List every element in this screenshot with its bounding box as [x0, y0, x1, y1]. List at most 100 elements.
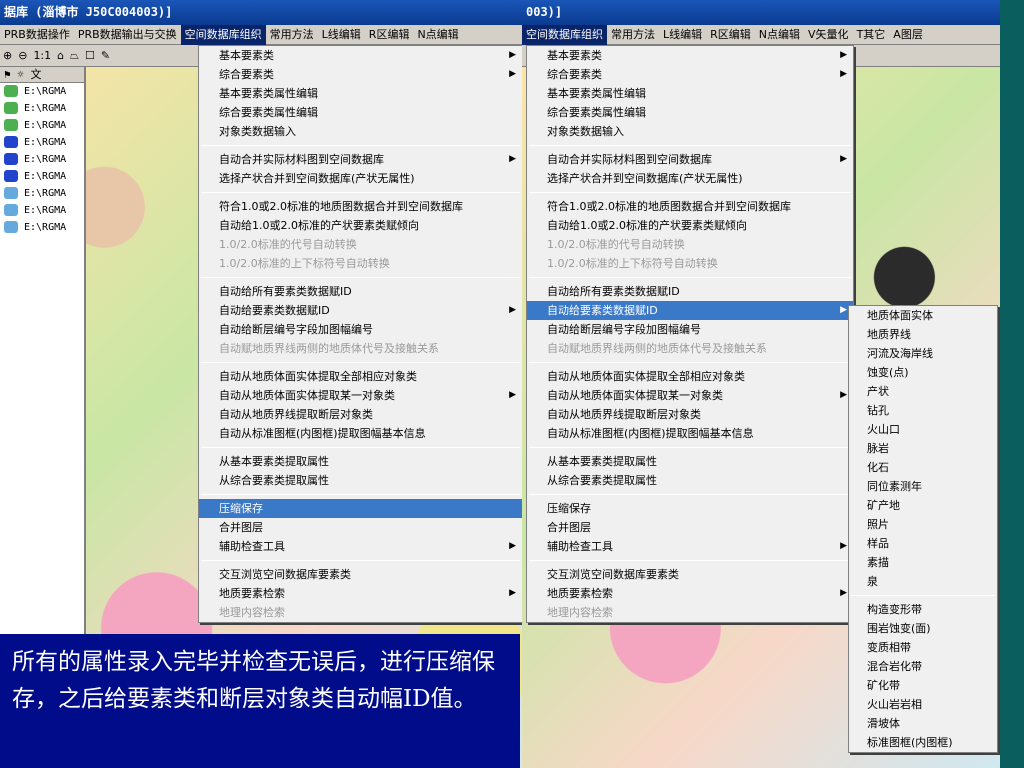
- submenu-item[interactable]: 矿产地: [849, 496, 997, 515]
- submenu-item[interactable]: 标准图框(内图框): [849, 733, 997, 752]
- menu-item[interactable]: 合并图层: [527, 518, 853, 537]
- menu-item[interactable]: 综合要素类属性编辑: [527, 103, 853, 122]
- menu-item[interactable]: 自动从地质体面实体提取全部相应对象类: [527, 367, 853, 386]
- layer-row[interactable]: E:\RGMA: [0, 168, 84, 185]
- submenu-item[interactable]: 素描: [849, 553, 997, 572]
- menubar-item[interactable]: A图层: [889, 25, 927, 45]
- menu-item[interactable]: 自动给断层编号字段加图幅编号: [199, 320, 522, 339]
- layer-row[interactable]: E:\RGMA: [0, 83, 84, 100]
- menu-item[interactable]: 符合1.0或2.0标准的地质图数据合并到空间数据库: [199, 197, 522, 216]
- menu-item[interactable]: 从综合要素类提取属性: [199, 471, 522, 490]
- menu-item[interactable]: 自动给要素类数据赋ID ▶: [527, 301, 853, 320]
- menu-item[interactable]: 自动给要素类数据赋ID ▶: [199, 301, 522, 320]
- menu-item[interactable]: 合并图层: [199, 518, 522, 537]
- menu-item[interactable]: 综合要素类属性编辑: [199, 103, 522, 122]
- menu-item[interactable]: 辅助检查工具 ▶: [527, 537, 853, 556]
- menu-item[interactable]: 自动从标准图框(内图框)提取图幅基本信息: [527, 424, 853, 443]
- menu-item[interactable]: 自动从地质体面实体提取某一对象类 ▶: [527, 386, 853, 405]
- menu-item[interactable]: 基本要素类属性编辑: [199, 84, 522, 103]
- menu-item[interactable]: 压缩保存: [527, 499, 853, 518]
- submenu-item[interactable]: 变质相带: [849, 638, 997, 657]
- submenu-item[interactable]: 照片: [849, 515, 997, 534]
- menubar-item[interactable]: 常用方法: [266, 25, 318, 45]
- submenu-item[interactable]: 地质体面实体: [849, 306, 997, 325]
- submenu-item[interactable]: 泉: [849, 572, 997, 591]
- menu-item[interactable]: 综合要素类 ▶: [199, 65, 522, 84]
- menubar-item[interactable]: 空间数据库组织: [522, 25, 607, 45]
- menubar-item[interactable]: 常用方法: [607, 25, 659, 45]
- menubar-item[interactable]: R区编辑: [706, 25, 755, 45]
- menu-item[interactable]: 辅助检查工具 ▶: [199, 537, 522, 556]
- submenu-item[interactable]: 样品: [849, 534, 997, 553]
- menu-item[interactable]: 对象类数据输入: [527, 122, 853, 141]
- menu-item[interactable]: 对象类数据输入: [199, 122, 522, 141]
- layer-row[interactable]: E:\RGMA: [0, 151, 84, 168]
- submenu-item[interactable]: 钻孔: [849, 401, 997, 420]
- submenu-item[interactable]: 构造变形带: [849, 600, 997, 619]
- submenu-item[interactable]: 脉岩: [849, 439, 997, 458]
- submenu-item[interactable]: 河流及海岸线: [849, 344, 997, 363]
- menu-item[interactable]: 自动给所有要素类数据赋ID: [527, 282, 853, 301]
- menubar-item[interactable]: L线编辑: [659, 25, 706, 45]
- menu-item[interactable]: 地质要素检索 ▶: [527, 584, 853, 603]
- layer-row[interactable]: E:\RGMA: [0, 219, 84, 236]
- layer-row[interactable]: E:\RGMA: [0, 202, 84, 219]
- menu-item[interactable]: 自动从地质体面实体提取某一对象类 ▶: [199, 386, 522, 405]
- menu-item[interactable]: 自动从地质界线提取断层对象类: [527, 405, 853, 424]
- menu-item[interactable]: 自动给1.0或2.0标准的产状要素类赋倾向: [199, 216, 522, 235]
- menu-item[interactable]: 压缩保存: [199, 499, 522, 518]
- toolbar-button[interactable]: 1:1: [30, 45, 54, 67]
- menu-item[interactable]: 从基本要素类提取属性: [199, 452, 522, 471]
- submenu-item[interactable]: 火山口: [849, 420, 997, 439]
- submenu-item[interactable]: 同位素测年: [849, 477, 997, 496]
- layer-row[interactable]: E:\RGMA: [0, 185, 84, 202]
- menubar-item[interactable]: L线编辑: [318, 25, 365, 45]
- submenu-item[interactable]: 地质界线: [849, 325, 997, 344]
- layer-row[interactable]: E:\RGMA: [0, 134, 84, 151]
- menu-item[interactable]: 基本要素类 ▶: [527, 46, 853, 65]
- menu-item[interactable]: 基本要素类属性编辑: [527, 84, 853, 103]
- submenu-item[interactable]: 混合岩化带: [849, 657, 997, 676]
- menu-item[interactable]: 符合1.0或2.0标准的地质图数据合并到空间数据库: [527, 197, 853, 216]
- toolbar-button[interactable]: ⊖: [15, 45, 30, 67]
- submenu-item[interactable]: 围岩蚀变(面): [849, 619, 997, 638]
- submenu-item[interactable]: 化石: [849, 458, 997, 477]
- menubar-item[interactable]: R区编辑: [365, 25, 414, 45]
- submenu-item[interactable]: 产状: [849, 382, 997, 401]
- menu-item[interactable]: 基本要素类 ▶: [199, 46, 522, 65]
- menubar-item[interactable]: PRB数据操作: [0, 25, 74, 45]
- menubar-item[interactable]: PRB数据输出与交换: [74, 25, 181, 45]
- layer-row[interactable]: E:\RGMA: [0, 117, 84, 134]
- menubar-item[interactable]: V矢量化: [804, 25, 853, 45]
- toolbar-button[interactable]: ⏢: [67, 45, 82, 67]
- menubar-item[interactable]: N点编辑: [413, 25, 462, 45]
- toolbar-button[interactable]: ✎: [98, 45, 113, 67]
- submenu-item[interactable]: 蚀变(点): [849, 363, 997, 382]
- menu-item[interactable]: 综合要素类 ▶: [527, 65, 853, 84]
- menu-item[interactable]: 自动给所有要素类数据赋ID: [199, 282, 522, 301]
- toolbar-button[interactable]: ⌂: [54, 45, 67, 67]
- menu-item[interactable]: 选择产状合并到空间数据库(产状无属性): [527, 169, 853, 188]
- menu-item[interactable]: 自动给断层编号字段加图幅编号: [527, 320, 853, 339]
- submenu-item[interactable]: 矿化带: [849, 676, 997, 695]
- layer-row[interactable]: E:\RGMA: [0, 100, 84, 117]
- menu-item[interactable]: 自动从地质界线提取断层对象类: [199, 405, 522, 424]
- menu-item[interactable]: 交互浏览空间数据库要素类: [527, 565, 853, 584]
- menu-item[interactable]: 从基本要素类提取属性: [527, 452, 853, 471]
- submenu-item[interactable]: 火山岩岩相: [849, 695, 997, 714]
- toolbar-button[interactable]: ☐: [82, 45, 98, 67]
- menu-item[interactable]: 地质要素检索 ▶: [199, 584, 522, 603]
- submenu-item[interactable]: 滑坡体: [849, 714, 997, 733]
- menu-item[interactable]: 从综合要素类提取属性: [527, 471, 853, 490]
- menu-item[interactable]: 选择产状合并到空间数据库(产状无属性): [199, 169, 522, 188]
- menu-item[interactable]: 自动合并实际材料图到空间数据库 ▶: [527, 150, 853, 169]
- menu-item[interactable]: 自动合并实际材料图到空间数据库 ▶: [199, 150, 522, 169]
- menu-item[interactable]: 自动从地质体面实体提取全部相应对象类: [199, 367, 522, 386]
- menu-item[interactable]: 自动给1.0或2.0标准的产状要素类赋倾向: [527, 216, 853, 235]
- menubar-item[interactable]: T其它: [853, 25, 890, 45]
- menubar-item[interactable]: 空间数据库组织: [180, 25, 266, 45]
- menubar-item[interactable]: N点编辑: [755, 25, 804, 45]
- toolbar-button[interactable]: ⊕: [0, 45, 15, 67]
- menu-item[interactable]: 交互浏览空间数据库要素类: [199, 565, 522, 584]
- menu-item[interactable]: 自动从标准图框(内图框)提取图幅基本信息: [199, 424, 522, 443]
